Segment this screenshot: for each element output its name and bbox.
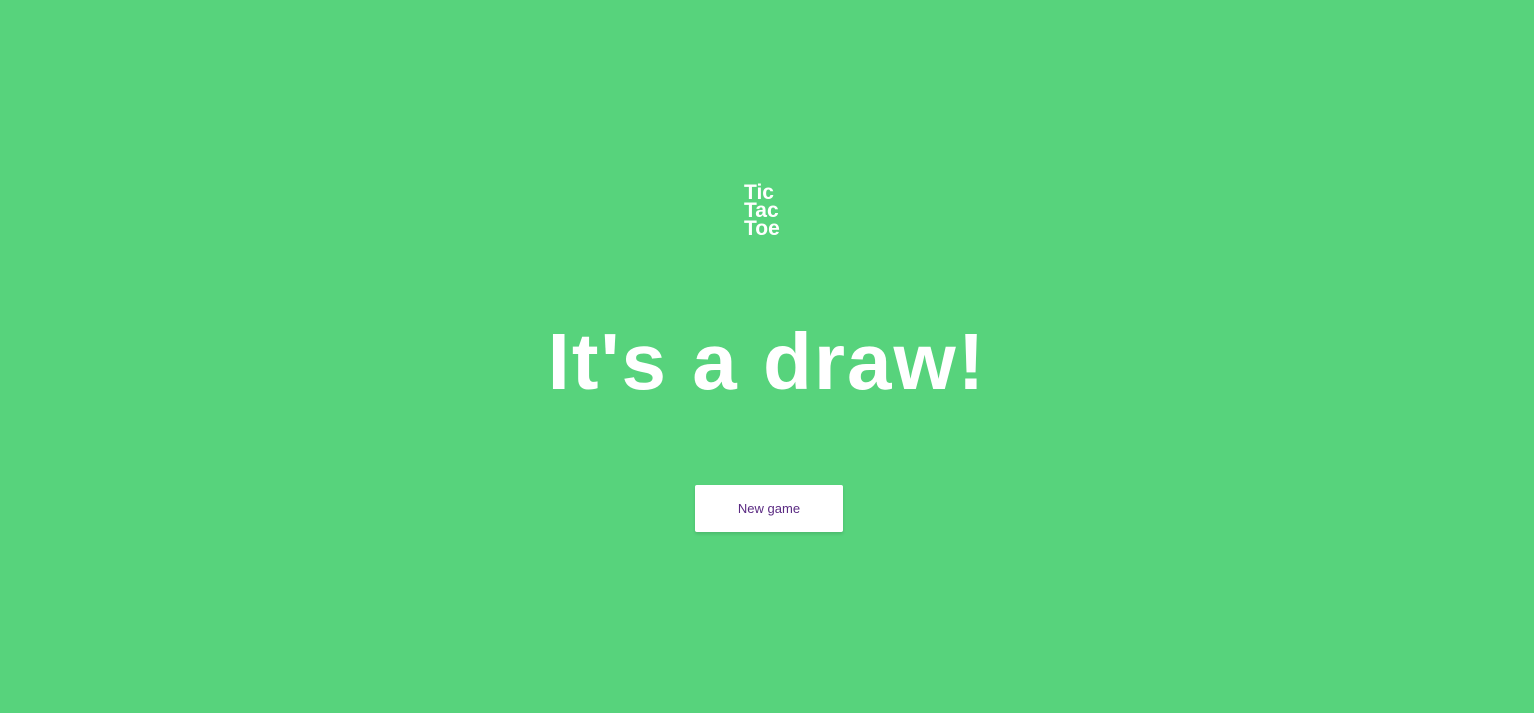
logo-line-toe: Toe [744,217,780,240]
tic-tac-toe-logo: Tic Tac Toe [744,182,796,240]
new-game-button[interactable]: New game [695,485,843,532]
result-headline: It's a draw! [547,317,987,406]
